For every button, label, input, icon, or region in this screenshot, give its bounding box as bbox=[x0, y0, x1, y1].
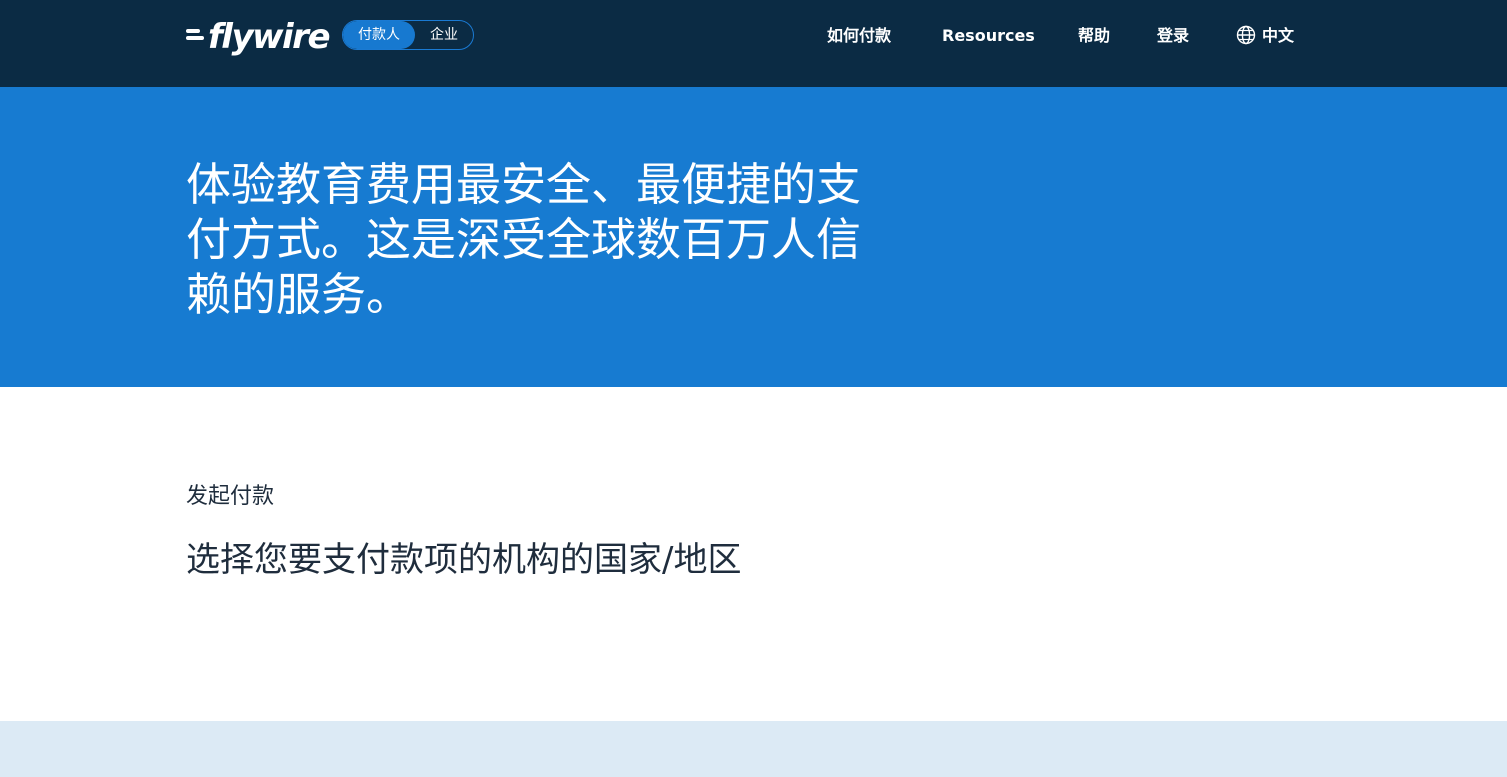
footer-band bbox=[0, 721, 1507, 777]
globe-icon bbox=[1236, 25, 1256, 44]
hero-banner: 体验教育费用最安全、最便捷的支 付方式。这是深受全球数百万人信 赖的服务。 bbox=[0, 87, 1507, 387]
logo-mark-icon bbox=[186, 22, 206, 52]
nav-login[interactable]: 登录 bbox=[1157, 22, 1189, 50]
hero-title-line: 体验教育费用最安全、最便捷的支 bbox=[186, 158, 862, 211]
hero-title: 体验教育费用最安全、最便捷的支 付方式。这是深受全球数百万人信 赖的服务。 bbox=[186, 157, 886, 322]
nav-language-label: 中文 bbox=[1262, 26, 1295, 45]
nav-help[interactable]: 帮助 bbox=[1078, 22, 1110, 50]
select-country-heading: 选择您要支付款项的机构的国家/地区 bbox=[186, 540, 742, 580]
nav-language[interactable]: 中文 bbox=[1236, 22, 1294, 50]
toggle-business[interactable]: 企业 bbox=[415, 21, 473, 49]
audience-toggle: 付款人 企业 bbox=[342, 20, 474, 50]
flywire-logo[interactable]: flywire bbox=[186, 14, 331, 60]
hero-title-line: 付方式。这是深受全球数百万人信 bbox=[186, 213, 862, 266]
start-payment-label: 发起付款 bbox=[186, 484, 275, 509]
nav-resources[interactable]: Resources bbox=[942, 22, 1035, 50]
hero-title-line: 赖的服务。 bbox=[186, 268, 412, 321]
nav-how-to-pay[interactable]: 如何付款 bbox=[827, 22, 891, 50]
site-header: flywire 付款人 企业 如何付款 Resources 帮助 登录 中文 bbox=[0, 0, 1507, 87]
logo-text: flywire bbox=[208, 17, 331, 57]
toggle-payer[interactable]: 付款人 bbox=[343, 21, 415, 49]
